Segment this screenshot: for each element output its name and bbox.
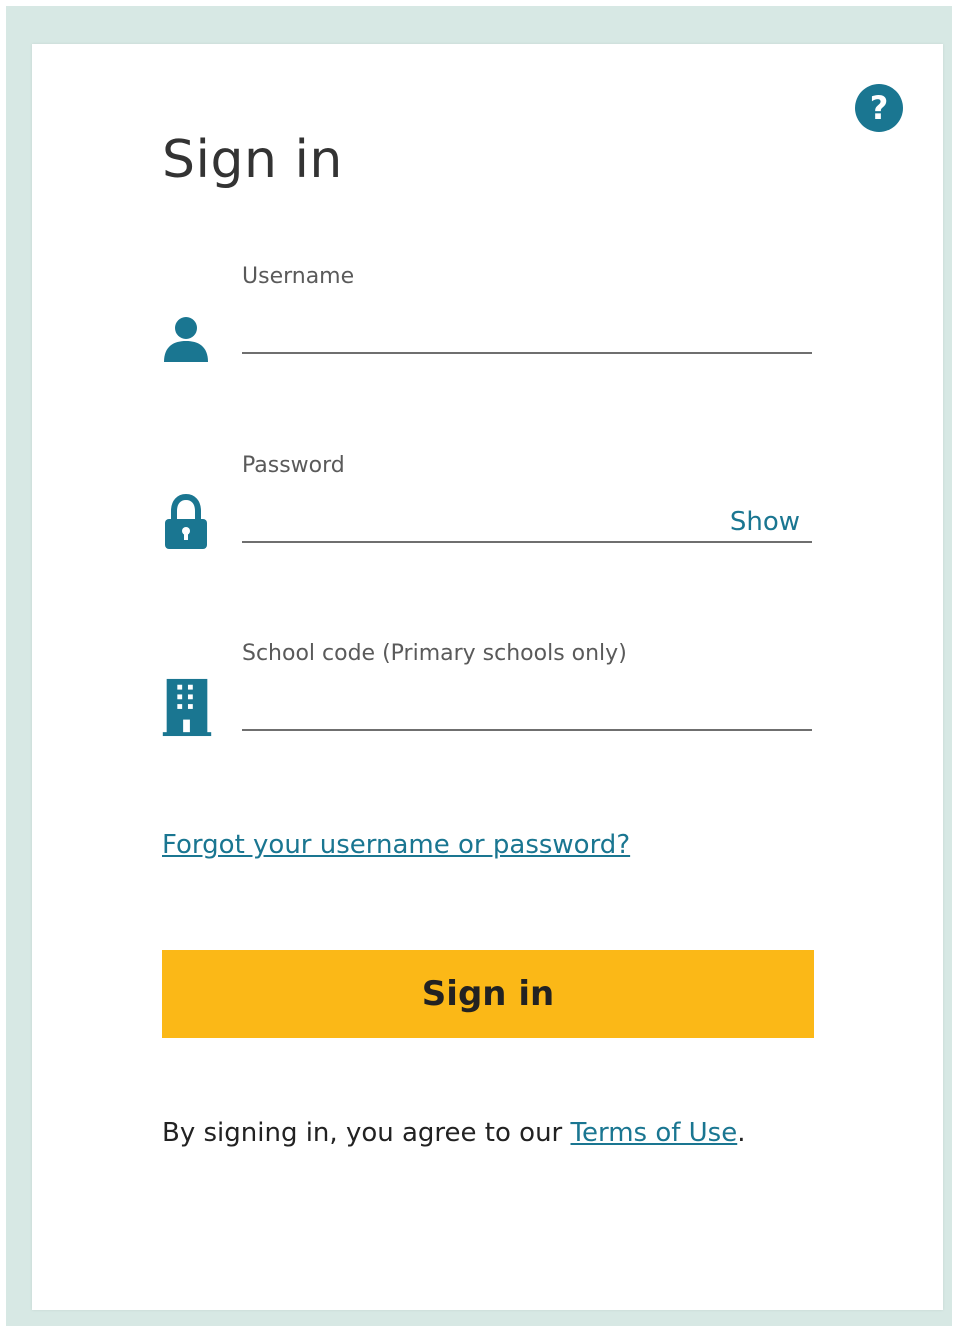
page-title: Sign in: [162, 130, 343, 190]
password-input[interactable]: [242, 491, 812, 543]
lock-icon: [165, 493, 207, 549]
password-label: Password: [242, 453, 345, 478]
school-code-field-group: School code (Primary schools only): [162, 641, 814, 751]
username-label: Username: [242, 264, 355, 289]
building-icon: [162, 678, 212, 737]
sign-in-card: ? Sign in Username Password Show School …: [32, 44, 943, 1310]
username-field-group: Username: [162, 264, 814, 374]
terms-of-use-link[interactable]: Terms of Use: [571, 1118, 738, 1148]
user-icon: [164, 317, 208, 362]
show-password-toggle[interactable]: Show: [730, 507, 800, 537]
sign-in-button[interactable]: Sign in: [162, 950, 814, 1038]
terms-suffix: .: [737, 1118, 746, 1148]
page-frame: ? Sign in Username Password Show School …: [0, 0, 953, 1330]
school-code-input[interactable]: [242, 679, 812, 731]
terms-notice: By signing in, you agree to our Terms of…: [162, 1118, 746, 1148]
username-input[interactable]: [242, 302, 812, 354]
terms-prefix: By signing in, you agree to our: [162, 1118, 571, 1148]
forgot-credentials-link[interactable]: Forgot your username or password?: [162, 830, 630, 860]
password-field-group: Password Show: [162, 453, 814, 563]
help-button[interactable]: ?: [855, 84, 903, 132]
school-code-label: School code (Primary schools only): [242, 641, 627, 666]
